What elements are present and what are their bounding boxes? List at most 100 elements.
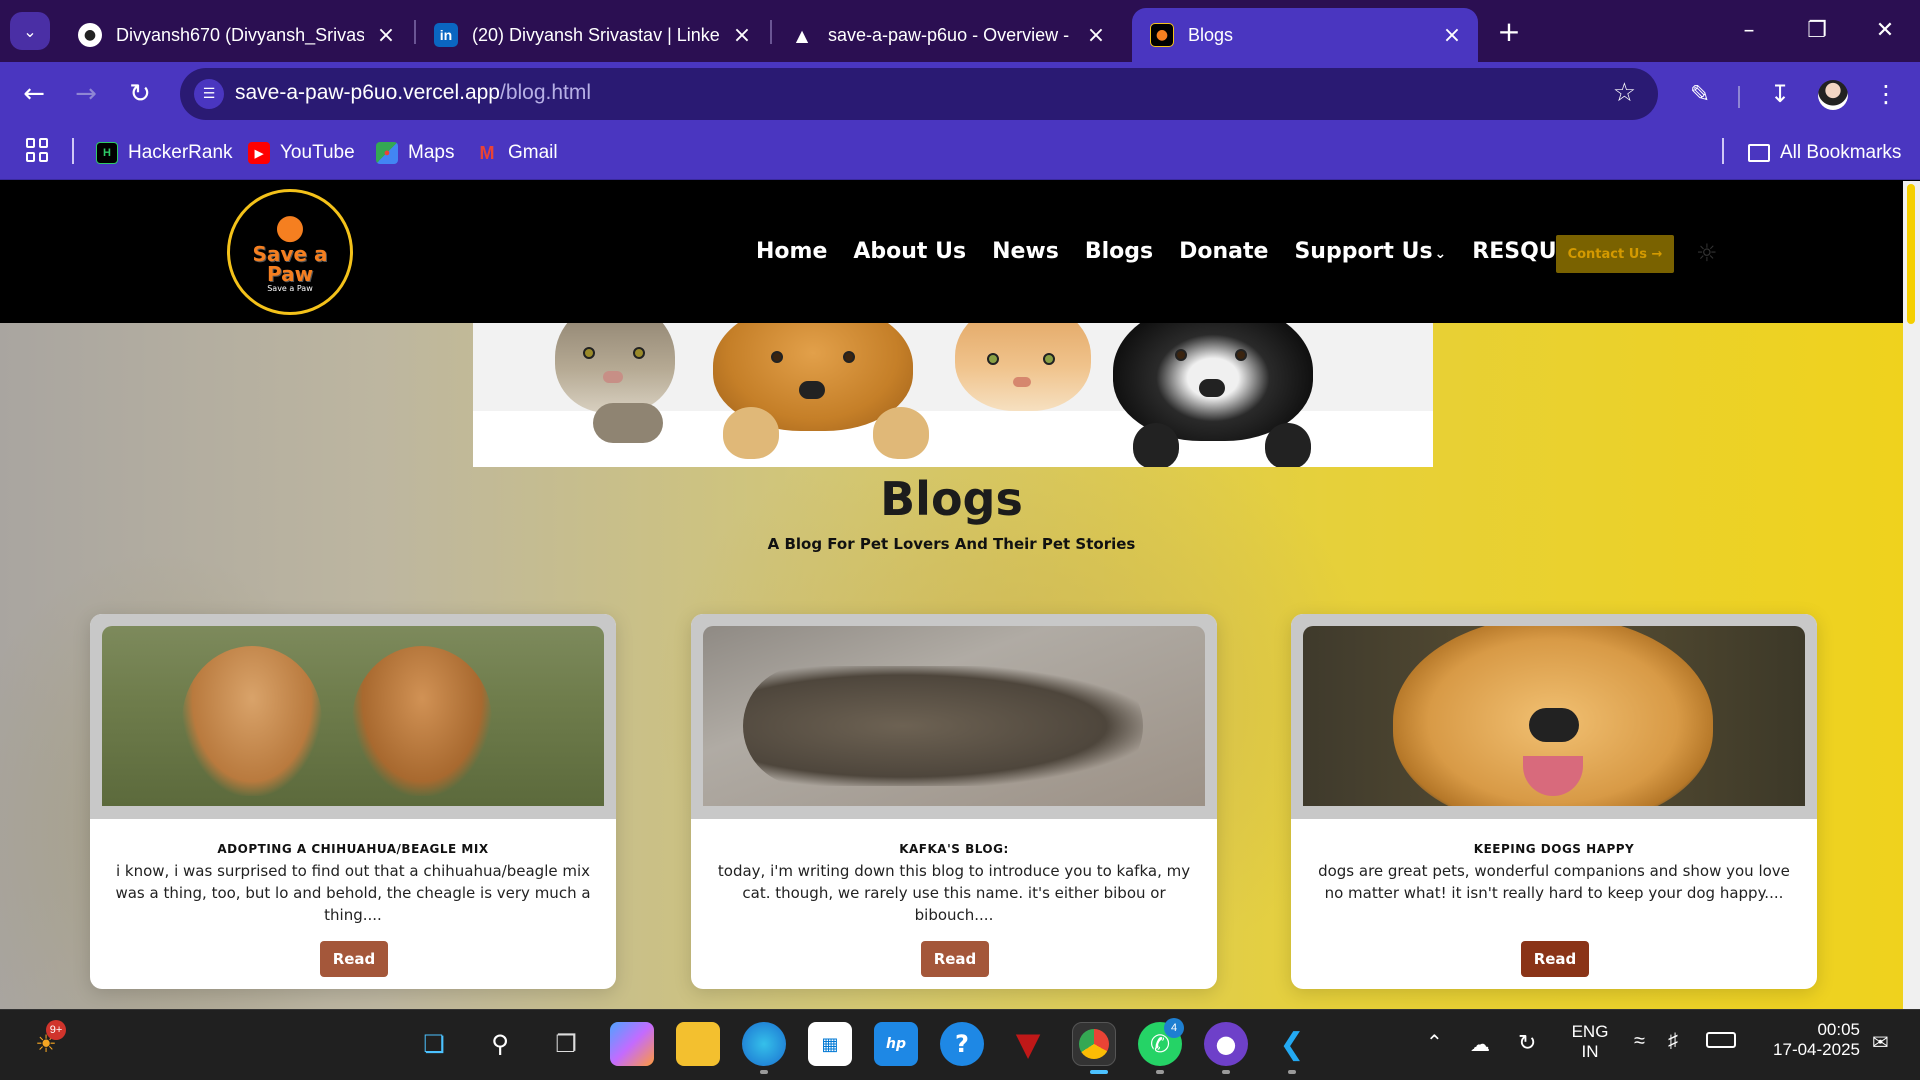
task-view-icon[interactable]: ❐ <box>544 1022 588 1066</box>
nav-blogs[interactable]: Blogs <box>1085 239 1153 264</box>
minimize-button[interactable]: – <box>1724 12 1774 48</box>
whatsapp-badge: 4 <box>1164 1018 1184 1038</box>
minimize-icon: – <box>1743 17 1755 43</box>
chevron-up-icon[interactable]: ⌃ <box>1426 1030 1443 1055</box>
dog-paw-right <box>873 407 929 459</box>
chrome-icon[interactable] <box>1072 1022 1116 1066</box>
close-window-button[interactable]: ✕ <box>1860 12 1910 48</box>
url-host: save-a-paw-p6uo.vercel.app <box>235 81 500 104</box>
address-bar[interactable]: ☰ save-a-paw-p6uo.vercel.app/blog.html ☆ <box>180 68 1658 120</box>
clock[interactable]: 00:05 17-04-2025 <box>1760 1020 1860 1060</box>
notifications-icon[interactable]: ✉ <box>1872 1030 1889 1055</box>
forward-button[interactable]: → <box>66 74 106 114</box>
blog-card: KAFKA'S BLOG: today, i'm writing down th… <box>691 614 1217 989</box>
active-indicator <box>1090 1070 1108 1074</box>
apps-grid-icon[interactable] <box>26 138 50 162</box>
nav-donate[interactable]: Donate <box>1179 239 1268 264</box>
edge-icon[interactable] <box>742 1022 786 1066</box>
mcafee-icon[interactable]: ▼ <box>1006 1022 1050 1066</box>
copilot-icon[interactable] <box>610 1022 654 1066</box>
happy-golden-dog-image <box>1303 626 1805 806</box>
download-icon[interactable]: ↧ <box>1762 76 1798 112</box>
sun-icon[interactable]: ☼ <box>1696 239 1718 267</box>
tab-github[interactable]: ● Divyansh670 (Divyansh_Srivastava) × <box>60 8 412 62</box>
main-nav: Home About Us News Blogs Donate Support … <box>756 239 1598 264</box>
page-title: Blogs <box>880 472 1023 526</box>
maps-icon: ● <box>376 142 398 164</box>
card-excerpt: today, i'm writing down this blog to int… <box>717 862 1191 924</box>
menu-kebab-icon[interactable]: ⋮ <box>1868 76 1904 112</box>
microsoft-store-icon[interactable]: ▦ <box>808 1022 852 1066</box>
read-button[interactable]: Read <box>1521 941 1589 977</box>
vercel-icon: ▲ <box>795 25 809 45</box>
orange-cat-image <box>955 323 1091 411</box>
wifi-icon[interactable]: ≈ <box>1634 1030 1645 1053</box>
bookmark-maps[interactable]: ● Maps <box>376 138 454 168</box>
running-indicator <box>760 1070 768 1074</box>
arrow-left-icon: ← <box>23 79 45 109</box>
dog-paw-right <box>1265 423 1311 467</box>
youtube-icon: ▶ <box>248 142 270 164</box>
reload-icon: ↻ <box>129 79 151 109</box>
url-text[interactable]: save-a-paw-p6uo.vercel.app/blog.html <box>235 81 591 105</box>
notification-badge: 9+ <box>46 1020 66 1040</box>
volume-icon[interactable]: ♯ <box>1668 1030 1678 1053</box>
dog-paw-left <box>1133 423 1179 467</box>
tab-blogs[interactable]: ● Blogs × <box>1132 8 1478 62</box>
help-icon[interactable]: ? <box>940 1022 984 1066</box>
card-image-frame <box>90 614 616 819</box>
linkedin-icon: in <box>434 23 458 47</box>
site-info-icon[interactable]: ☰ <box>194 79 224 109</box>
search-icon[interactable]: ⚲ <box>478 1022 522 1066</box>
site-header: ● Save a Paw Save a Paw Home About Us Ne… <box>0 181 1903 323</box>
tab-vercel[interactable]: ▲ save-a-paw-p6uo - Overview - Vercel × <box>772 8 1122 62</box>
onedrive-icon[interactable]: ☁ <box>1470 1032 1490 1057</box>
bookmark-hackerrank[interactable]: H HackerRank <box>96 138 233 168</box>
blog-card: KEEPING DOGS HAPPY dogs are great pets, … <box>1291 614 1817 989</box>
file-explorer-icon[interactable] <box>676 1022 720 1066</box>
back-button[interactable]: ← <box>14 74 54 114</box>
tab-linkedin[interactable]: in (20) Divyansh Srivastav | LinkedIn × <box>416 8 768 62</box>
close-icon[interactable]: × <box>1440 23 1464 48</box>
windows-start-icon[interactable]: ❏ <box>412 1022 456 1066</box>
paw-icon: ● <box>275 207 305 247</box>
bookmark-youtube[interactable]: ▶ YouTube <box>248 138 355 168</box>
scrollbar-thumb[interactable] <box>1907 184 1915 324</box>
nav-news[interactable]: News <box>992 239 1059 264</box>
github-desktop-icon[interactable]: ● <box>1204 1022 1248 1066</box>
bookmark-gmail[interactable]: M Gmail <box>476 138 558 168</box>
region-code: IN <box>1581 1042 1599 1061</box>
running-indicator <box>1288 1070 1296 1074</box>
nav-home[interactable]: Home <box>756 239 827 264</box>
chihuahuas-image <box>102 626 604 806</box>
site-logo[interactable]: ● Save a Paw Save a Paw <box>227 189 353 315</box>
battery-icon[interactable] <box>1706 1032 1736 1048</box>
bookmark-star-icon[interactable]: ☆ <box>1613 78 1636 108</box>
reload-button[interactable]: ↻ <box>120 74 160 114</box>
nav-about-us[interactable]: About Us <box>853 239 966 264</box>
card-excerpt: dogs are great pets, wonderful companion… <box>1318 862 1790 902</box>
all-bookmarks-label: All Bookmarks <box>1780 142 1902 163</box>
github-icon: ● <box>78 23 102 47</box>
hackerrank-icon: H <box>96 142 118 164</box>
all-bookmarks-button[interactable]: All Bookmarks <box>1748 138 1901 168</box>
read-button[interactable]: Read <box>921 941 989 977</box>
tab-title: (20) Divyansh Srivastav | LinkedIn <box>472 24 720 45</box>
toolbar-separator <box>1738 86 1740 108</box>
contact-us-button[interactable]: Contact Us → <box>1556 235 1674 273</box>
nav-support-us[interactable]: Support Us ⌄ <box>1294 239 1446 264</box>
sync-icon[interactable]: ↻ <box>1518 1030 1536 1056</box>
profile-avatar[interactable] <box>1818 80 1848 110</box>
tab-search-button[interactable]: ⌄ <box>10 12 50 50</box>
extensions-icon[interactable]: ✎ <box>1682 76 1718 112</box>
language-indicator[interactable]: ENG IN <box>1570 1022 1610 1062</box>
vscode-icon[interactable]: ❮ <box>1270 1022 1314 1066</box>
restore-button[interactable]: ❐ <box>1792 12 1842 48</box>
close-icon[interactable]: × <box>374 23 398 48</box>
close-icon[interactable]: × <box>1084 23 1108 48</box>
close-icon[interactable]: × <box>730 23 754 48</box>
cat-paws <box>593 403 663 443</box>
myhp-icon[interactable]: hp <box>874 1022 918 1066</box>
read-button[interactable]: Read <box>320 941 388 977</box>
new-tab-button[interactable]: + <box>1492 14 1526 48</box>
